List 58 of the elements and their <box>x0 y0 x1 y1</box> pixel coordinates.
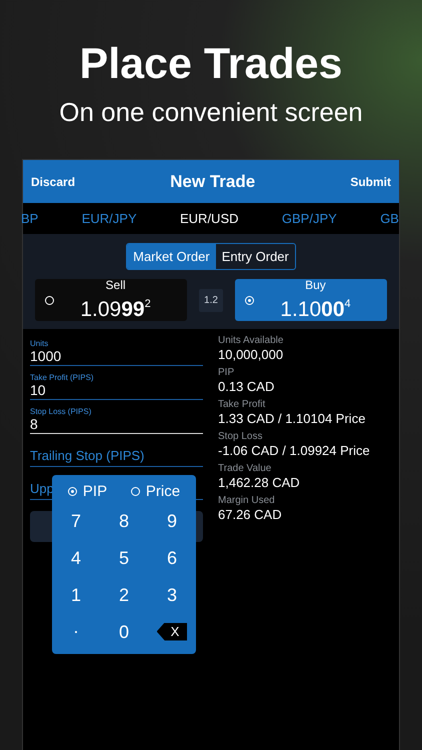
mode-option[interactable]: PIP <box>66 481 110 502</box>
field-value: 1000 <box>30 348 62 365</box>
order-type-tab[interactable]: Market Order <box>127 244 216 269</box>
keypad-key[interactable]: 8 <box>110 506 138 534</box>
keypad-key[interactable]: 6 <box>158 544 186 572</box>
radio-icon <box>45 296 54 304</box>
subheadline: On one convenient screen <box>59 96 363 128</box>
input-field[interactable]: Take Profit (PIPS) 10 <box>30 369 203 400</box>
detail-value: 1,462.28 CAD <box>218 475 301 491</box>
detail-label: Units Available <box>218 335 284 347</box>
input-field[interactable]: Trailing Stop (PIPS) <box>30 437 203 467</box>
detail-value: 67.26 CAD <box>218 507 283 523</box>
detail-label: Stop Loss <box>218 431 264 443</box>
keypad-key[interactable]: 3 <box>158 580 186 608</box>
input-field[interactable]: Stop Loss (PIPS) 8 <box>30 403 203 434</box>
quote-price: 1.1000$^{4}$ <box>280 297 351 322</box>
detail-value: 1.33 CAD / 1.10104 Price <box>218 411 366 427</box>
pair-tab[interactable]: GBP/JPY <box>282 207 337 230</box>
discard-button[interactable]: Discard <box>31 170 76 192</box>
quote-label: Buy <box>305 278 326 292</box>
keypad-key[interactable]: 4 <box>62 544 90 572</box>
detail-value: 0.13 CAD <box>218 379 276 395</box>
pair-tab[interactable]: EUR/JPY <box>82 207 137 230</box>
field-label: Stop Loss (PIPS) <box>30 407 92 416</box>
headline: Place Trades <box>80 39 342 90</box>
input-field[interactable]: Units 1000 <box>30 335 203 366</box>
quote-price: 1.0999$^{2}$ <box>80 297 151 322</box>
pair-tab[interactable]: EUR/USD <box>180 207 239 230</box>
field-label: Take Profit (PIPS) <box>30 373 94 382</box>
field-label: Units <box>30 339 48 348</box>
keypad-key[interactable]: 7 <box>62 506 90 534</box>
radio-icon <box>244 296 254 304</box>
detail-label: Take Profit <box>218 399 266 411</box>
keypad-key[interactable]: 2 <box>110 580 138 608</box>
keypad-key[interactable]: 0 <box>110 618 138 646</box>
pair-tab[interactable]: BP <box>21 207 38 230</box>
keypad-key[interactable]: . <box>62 618 90 646</box>
quote-button[interactable]: Buy 1.1000$^{4}$ <box>234 279 387 321</box>
mode-option[interactable]: Price <box>128 481 182 502</box>
field-value: 10 <box>30 382 46 399</box>
nav-title: New Trade <box>170 172 256 192</box>
submit-button[interactable]: Submit <box>350 170 391 192</box>
keypad-key[interactable]: 9 <box>158 506 186 534</box>
spread-label: 1.2 <box>199 288 223 312</box>
quote-label: Sell <box>106 278 126 292</box>
pair-tab[interactable]: GB <box>380 207 399 230</box>
order-type-tab[interactable]: Entry Order <box>216 244 295 269</box>
detail-value: -1.06 CAD / 1.09924 Price <box>218 443 371 459</box>
field-value: 8 <box>30 416 38 433</box>
keypad-key[interactable]: 5 <box>110 544 138 572</box>
keypad-key[interactable]: 1 <box>62 580 90 608</box>
detail-value: 10,000,000 <box>218 347 284 363</box>
detail-label: Margin Used <box>218 495 276 507</box>
detail-label: Trade Value <box>218 463 272 475</box>
detail-label: PIP <box>218 367 236 379</box>
quote-button[interactable]: Sell 1.0999$^{2}$ <box>35 279 188 321</box>
field-placeholder: Trailing Stop (PIPS) <box>30 447 144 465</box>
backspace-key[interactable]: X <box>156 622 188 640</box>
